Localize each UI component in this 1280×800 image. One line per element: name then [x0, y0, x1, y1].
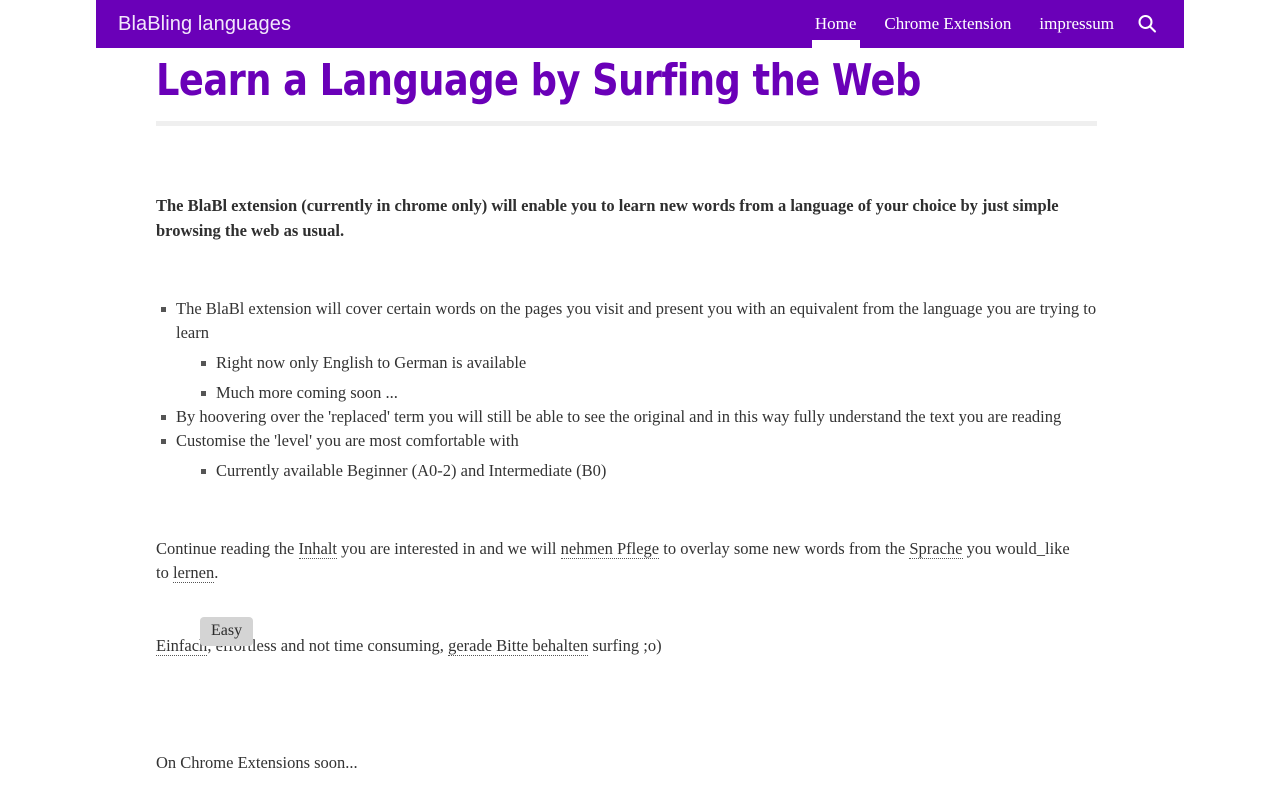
nav-item-impressum[interactable]: impressum — [1025, 0, 1128, 48]
nav-item-chrome-extension[interactable]: Chrome Extension — [870, 0, 1025, 48]
site-brand-logo[interactable]: BlaBling languages — [118, 0, 291, 48]
footer-note: On Chrome Extensions soon... — [156, 752, 358, 772]
list-item-label: The BlaBl extension will cover certain w… — [176, 298, 1097, 342]
bullet-square-icon — [201, 468, 206, 474]
feature-sublist: Currently available Beginner (A0-2) and … — [176, 453, 1097, 483]
main-navigation: Home Chrome Extension impressum — [801, 0, 1170, 48]
list-item-label: By hoovering over the 'replaced' term yo… — [176, 406, 1062, 426]
list-item: Right now only English to German is avai… — [196, 345, 1097, 375]
translated-word-gerade-bitte-behalten[interactable]: gerade Bitte behalten — [448, 635, 589, 656]
page-content: Learn a Language by Surfing the Web The … — [156, 48, 1097, 775]
paragraph-text-segment: . — [214, 562, 219, 582]
translated-word-sprache[interactable]: Sprache — [909, 538, 963, 559]
translation-tooltip: Easy — [200, 616, 254, 646]
list-item: The BlaBl extension will cover certain w… — [156, 297, 1097, 405]
list-item-label: Customise the 'level' you are most comfo… — [176, 430, 519, 450]
list-item: Customise the 'level' you are most comfo… — [156, 429, 1097, 483]
list-item-label: Right now only English to German is avai… — [216, 352, 527, 372]
list-item-label: Currently available Beginner (A0-2) and … — [216, 460, 607, 480]
translated-word-inhalt[interactable]: Inhalt — [298, 538, 338, 559]
continue-reading-paragraph: Continue reading the Inhalt you are inte… — [156, 483, 1081, 585]
feature-sublist: Right now only English to German is avai… — [176, 345, 1097, 405]
site-header: BlaBling languages Home Chrome Extension… — [96, 0, 1184, 48]
list-item-label: Much more coming soon ... — [216, 382, 398, 402]
paragraph-text-segment: to overlay some new words from the — [659, 538, 910, 558]
page-title: Learn a Language by Surfing the Web — [156, 55, 921, 106]
list-item: By hoovering over the 'replaced' term yo… — [156, 405, 1097, 429]
paragraph-text-segment: Continue reading the — [156, 538, 299, 558]
list-item: Currently available Beginner (A0-2) and … — [196, 453, 1097, 483]
translated-word-nehmen-pflege[interactable]: nehmen Pflege — [560, 538, 660, 559]
search-icon[interactable] — [1128, 0, 1170, 48]
bullet-square-icon — [201, 390, 206, 396]
bullet-square-icon — [161, 306, 166, 312]
tooltip-container: Easy — [156, 585, 1097, 646]
paragraph-text-segment: surfing ;o) — [588, 635, 662, 655]
bullet-square-icon — [161, 414, 166, 420]
bullet-square-icon — [161, 438, 166, 444]
translated-word-lernen[interactable]: lernen — [172, 562, 215, 583]
easy-paragraph: Einfach, effortless and not time consumi… — [156, 625, 1097, 658]
nav-item-home[interactable]: Home — [801, 0, 871, 48]
bullet-square-icon — [201, 360, 206, 366]
feature-list: The BlaBl extension will cover certain w… — [156, 243, 1097, 483]
list-item: Much more coming soon ... — [196, 375, 1097, 405]
intro-paragraph: The BlaBl extension (currently in chrome… — [156, 195, 1059, 240]
paragraph-text-segment: you are interested in and we will — [337, 538, 561, 558]
